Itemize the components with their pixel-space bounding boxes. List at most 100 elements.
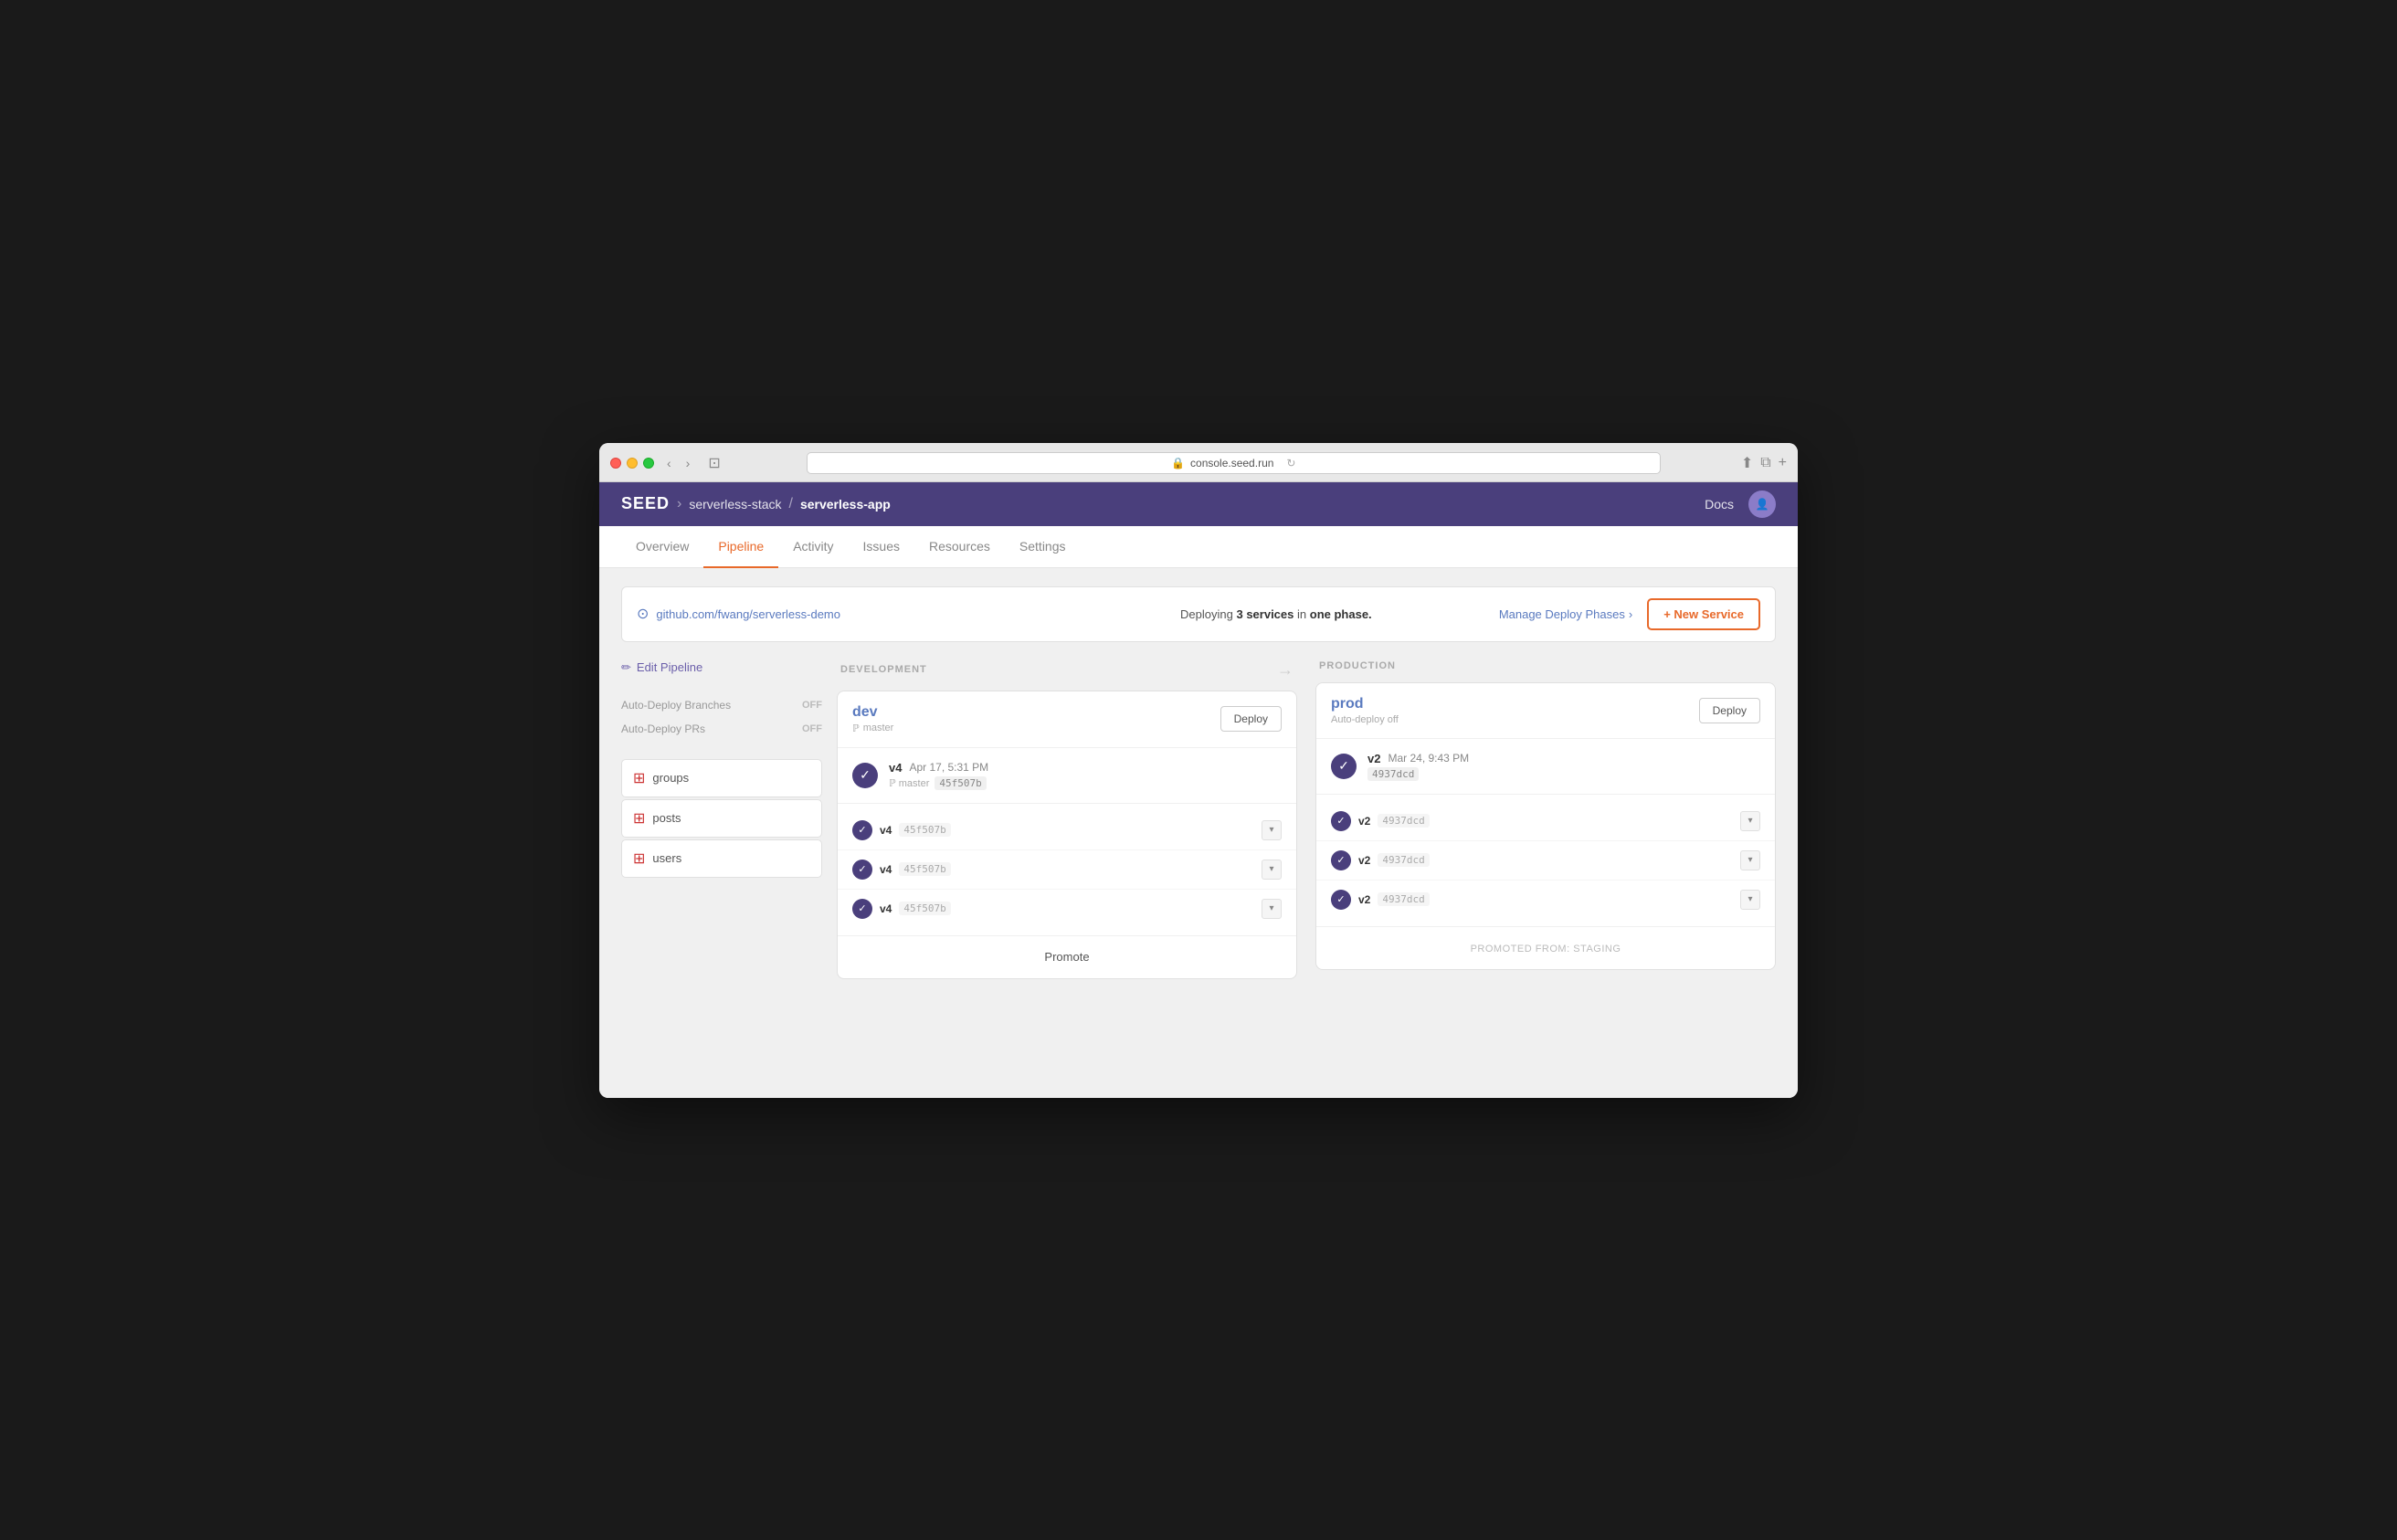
dev-svc-version-2: v4 <box>880 863 892 876</box>
tab-issues[interactable]: Issues <box>849 526 914 568</box>
avatar-initials: 👤 <box>1756 498 1769 511</box>
prod-latest-deploy: ✓ v2 Mar 24, 9:43 PM 4937dcd <box>1316 739 1775 795</box>
minimize-button[interactable] <box>627 458 638 469</box>
tab-activity[interactable]: Activity <box>778 526 848 568</box>
repo-link[interactable]: github.com/fwang/serverless-demo <box>656 607 840 621</box>
dev-commit: 45f507b <box>935 776 986 790</box>
prod-service-row-2: ✓ v2 4937dcd ▾ <box>1316 841 1775 881</box>
prod-stage-branch: Auto-deploy off <box>1331 714 1399 725</box>
close-button[interactable] <box>610 458 621 469</box>
prod-svc-commit-1: 4937dcd <box>1378 814 1429 828</box>
prod-refs: 4937dcd <box>1367 767 1469 781</box>
tab-pipeline[interactable]: Pipeline <box>703 526 778 568</box>
dev-service-row-left-3: ✓ v4 45f507b <box>852 899 951 919</box>
sidebar-toggle-button[interactable]: ⊡ <box>702 452 725 474</box>
dev-check-icon: ✓ <box>852 763 878 788</box>
service-icon-groups: ⊞ <box>633 769 645 787</box>
prod-chevron-1[interactable]: ▾ <box>1740 811 1760 831</box>
dev-svc-commit-3: 45f507b <box>899 902 950 915</box>
prod-date: Mar 24, 9:43 PM <box>1388 752 1469 765</box>
prod-col-header: PRODUCTION <box>1315 660 1776 671</box>
promote-button[interactable]: Promote <box>1044 950 1089 964</box>
prod-check-sm-1: ✓ <box>1331 811 1351 831</box>
share-button[interactable]: ⬆ <box>1741 454 1753 472</box>
prod-check-sm-2: ✓ <box>1331 850 1351 870</box>
new-service-button[interactable]: + New Service <box>1647 598 1760 630</box>
service-item-groups[interactable]: ⊞ groups <box>621 759 822 797</box>
promoted-from-label: PROMOTED FROM: staging <box>1471 944 1621 955</box>
deploy-bold2: one phase. <box>1310 607 1372 621</box>
setting-label-prs: Auto-Deploy PRs <box>621 723 705 735</box>
development-column: DEVELOPMENT → dev ℙ master <box>837 660 1297 979</box>
prod-check-sm-3: ✓ <box>1331 890 1351 910</box>
dev-col-header: DEVELOPMENT → <box>837 660 1297 680</box>
forward-button[interactable]: › <box>681 454 696 472</box>
prod-service-row-left-2: ✓ v2 4937dcd <box>1331 850 1430 870</box>
dev-stage-name[interactable]: dev <box>852 704 893 721</box>
logo[interactable]: SEED <box>621 494 670 513</box>
prod-deploy-meta: v2 Mar 24, 9:43 PM 4937dcd <box>1367 752 1469 781</box>
header-left: SEED › serverless-stack / serverless-app <box>621 494 891 513</box>
prod-stage-name[interactable]: prod <box>1331 696 1399 712</box>
service-name-posts: posts <box>652 811 681 825</box>
traffic-lights <box>610 458 654 469</box>
service-item-posts[interactable]: ⊞ posts <box>621 799 822 838</box>
prod-service-rows: ✓ v2 4937dcd ▾ ✓ v2 4937dcd <box>1316 795 1775 926</box>
prod-stage-name-area: prod Auto-deploy off <box>1331 696 1399 725</box>
maximize-button[interactable] <box>643 458 654 469</box>
app-header: SEED › serverless-stack / serverless-app… <box>599 482 1798 526</box>
setting-row-branches: Auto-Deploy Branches OFF <box>621 693 822 717</box>
dev-deploy-button[interactable]: Deploy <box>1220 706 1282 732</box>
dev-date: Apr 17, 5:31 PM <box>909 761 988 774</box>
setting-value-prs: OFF <box>802 723 822 734</box>
lock-icon: 🔒 <box>1171 457 1185 469</box>
dev-service-row-left-2: ✓ v4 45f507b <box>852 860 951 880</box>
more-button[interactable]: + <box>1779 454 1787 472</box>
dev-svc-commit-1: 45f507b <box>899 823 950 837</box>
dev-stage-footer: Promote <box>838 935 1296 978</box>
dev-stage-card: dev ℙ master Deploy ✓ <box>837 691 1297 979</box>
tab-settings[interactable]: Settings <box>1005 526 1081 568</box>
docs-link[interactable]: Docs <box>1705 497 1734 512</box>
nav-tabs: Overview Pipeline Activity Issues Resour… <box>599 526 1798 568</box>
dev-chevron-1[interactable]: ▾ <box>1262 820 1282 840</box>
deploy-text-before: Deploying <box>1180 607 1233 621</box>
prod-chevron-2[interactable]: ▾ <box>1740 850 1760 870</box>
manage-deploy-phases-link[interactable]: Manage Deploy Phases › <box>1499 607 1632 621</box>
address-bar[interactable]: 🔒 console.seed.run ↻ <box>807 452 1661 474</box>
pipeline-columns: DEVELOPMENT → dev ℙ master <box>837 660 1776 979</box>
repo-info: ⊙ github.com/fwang/serverless-demo <box>637 605 1053 623</box>
service-icon-posts: ⊞ <box>633 809 645 828</box>
avatar[interactable]: 👤 <box>1748 490 1776 518</box>
main-content: ⊙ github.com/fwang/serverless-demo Deplo… <box>599 568 1798 1098</box>
dev-version-row: v4 Apr 17, 5:31 PM <box>889 761 988 775</box>
dev-chevron-3[interactable]: ▾ <box>1262 899 1282 919</box>
dev-service-rows: ✓ v4 45f507b ▾ ✓ v4 45f507b <box>838 804 1296 935</box>
dev-stage-header: dev ℙ master Deploy <box>838 691 1296 748</box>
prod-chevron-3[interactable]: ▾ <box>1740 890 1760 910</box>
prod-stage-footer: PROMOTED FROM: staging <box>1316 926 1775 969</box>
deploy-bold: 3 services <box>1236 607 1294 621</box>
dev-refs: ℙ master 45f507b <box>889 776 988 790</box>
sidebar: ✏ Edit Pipeline Auto-Deploy Branches OFF… <box>621 660 822 979</box>
dev-svc-commit-2: 45f507b <box>899 862 950 876</box>
prod-deploy-button[interactable]: Deploy <box>1699 698 1760 723</box>
reload-icon[interactable]: ↻ <box>1286 457 1295 469</box>
prod-commit: 4937dcd <box>1367 767 1419 781</box>
prod-stage-header: prod Auto-deploy off Deploy <box>1316 683 1775 739</box>
prod-svc-version-2: v2 <box>1358 854 1370 867</box>
prod-svc-version-3: v2 <box>1358 893 1370 906</box>
new-tab-button[interactable]: ⧉ <box>1760 454 1770 472</box>
dev-chevron-2[interactable]: ▾ <box>1262 860 1282 880</box>
tab-resources[interactable]: Resources <box>914 526 1005 568</box>
tab-overview[interactable]: Overview <box>621 526 703 568</box>
prod-check-icon: ✓ <box>1331 754 1357 779</box>
back-button[interactable]: ‹ <box>661 454 677 472</box>
breadcrumb-stack[interactable]: serverless-stack <box>689 497 781 512</box>
prod-svc-commit-2: 4937dcd <box>1378 853 1429 867</box>
breadcrumb-app[interactable]: serverless-app <box>800 497 891 512</box>
deploy-info: Deploying 3 services in one phase. <box>1068 607 1484 621</box>
edit-pipeline-button[interactable]: ✏ Edit Pipeline <box>621 660 702 675</box>
service-item-users[interactable]: ⊞ users <box>621 839 822 878</box>
dev-stage-name-area: dev ℙ master <box>852 704 893 734</box>
